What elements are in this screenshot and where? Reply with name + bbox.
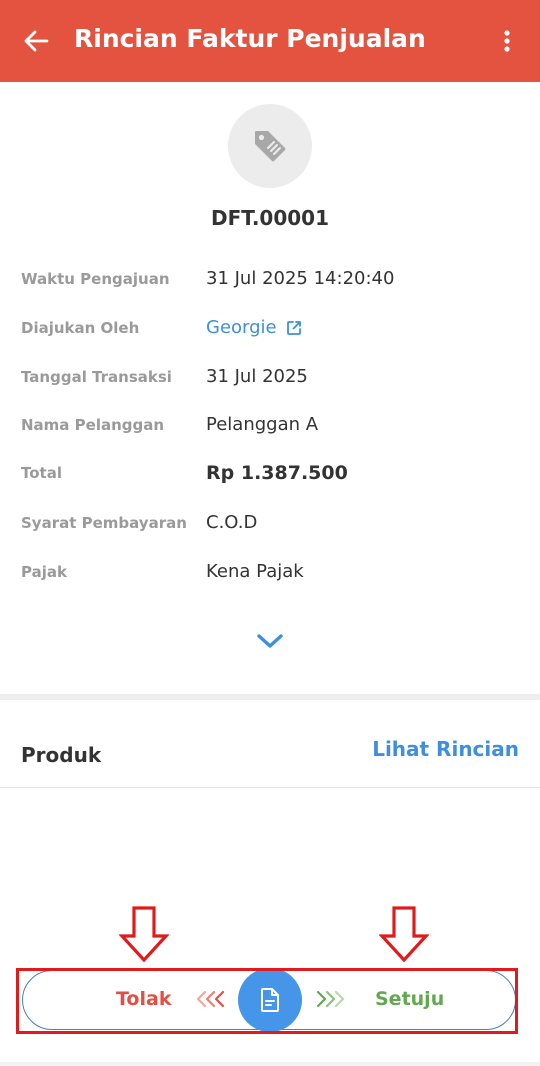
arrow-left-icon: [24, 30, 49, 52]
detail-value: 31 Jul 2025: [206, 366, 308, 387]
detail-row-total: Total Rp 1.387.500: [21, 462, 521, 494]
app-bar: Rincian Faktur Penjualan: [0, 0, 540, 82]
detail-label: Total: [21, 464, 62, 482]
view-details-link[interactable]: Lihat Rincian: [372, 737, 519, 761]
annotation-arrow-down-icon: [379, 906, 429, 962]
section-divider: [0, 694, 540, 700]
detail-label: Syarat Pembayaran: [21, 514, 187, 532]
expand-details-button[interactable]: [254, 628, 286, 654]
document-avatar: [228, 104, 312, 188]
detail-value: C.O.D: [206, 512, 258, 533]
detail-row-customer-name: Nama Pelanggan Pelanggan A: [21, 414, 521, 446]
submitter-link[interactable]: Georgie: [206, 317, 303, 338]
chevron-down-icon: [257, 634, 283, 648]
detail-label: Diajukan Oleh: [21, 319, 140, 337]
detail-label: Waktu Pengajuan: [21, 270, 170, 288]
detail-row-submitted-time: Waktu Pengajuan 31 Jul 2025 14:20:40: [21, 268, 521, 300]
bottom-edge: [0, 1062, 540, 1066]
detail-label: Pajak: [21, 563, 67, 581]
submitter-name[interactable]: Georgie: [206, 317, 277, 338]
detail-label: Tanggal Transaksi: [21, 368, 172, 386]
detail-row-tax: Pajak Kena Pajak: [21, 561, 521, 593]
document-number: DFT.00001: [210, 206, 330, 230]
detail-value: 31 Jul 2025 14:20:40: [206, 268, 395, 289]
annotation-arrow-down-icon: [119, 906, 169, 962]
external-link-icon: [286, 320, 301, 335]
more-vertical-icon: [504, 30, 510, 52]
divider: [0, 787, 540, 788]
detail-label: Nama Pelanggan: [21, 416, 165, 434]
detail-row-transaction-date: Tanggal Transaksi 31 Jul 2025: [21, 366, 521, 398]
detail-value: Kena Pajak: [206, 561, 304, 582]
more-options-button[interactable]: [494, 24, 520, 58]
back-button[interactable]: [18, 25, 54, 57]
detail-value: Pelanggan A: [206, 414, 319, 435]
annotation-highlight-box: [16, 968, 518, 1034]
detail-row-submitted-by: Diajukan Oleh Georgie: [21, 317, 521, 349]
tag-icon: [255, 131, 286, 162]
page-title: Rincian Faktur Penjualan: [74, 24, 426, 53]
total-amount: Rp 1.387.500: [206, 462, 348, 484]
products-section-title: Produk: [21, 743, 102, 767]
detail-row-payment-terms: Syarat Pembayaran C.O.D: [21, 512, 521, 544]
